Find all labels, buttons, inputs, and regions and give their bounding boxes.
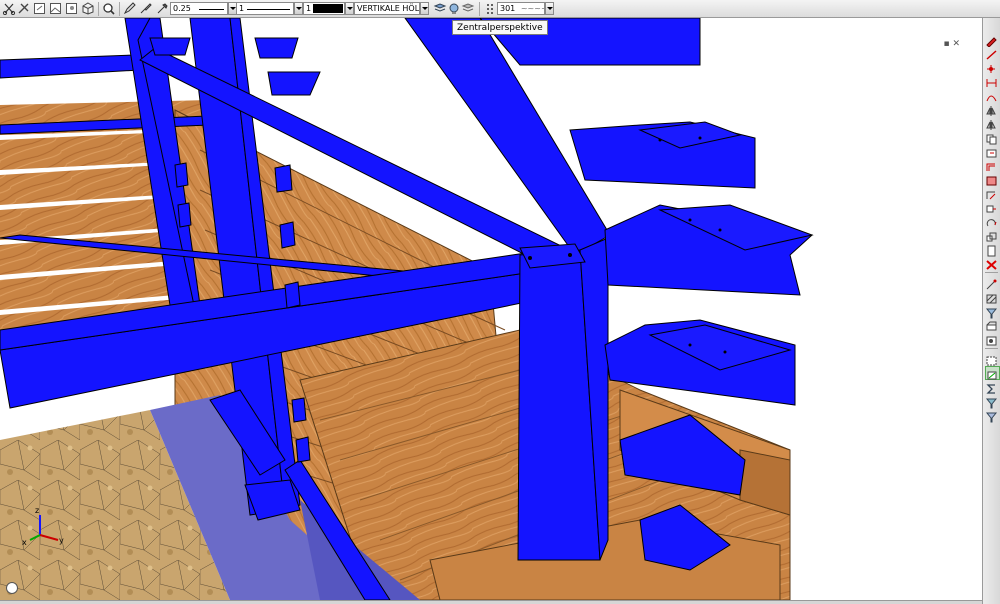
offset-icon[interactable] <box>985 158 998 171</box>
copy-icon[interactable] <box>985 130 998 145</box>
pen-thickness-field[interactable]: 0.25 <box>170 2 228 15</box>
line-color-field[interactable]: 1 <box>303 2 345 15</box>
compass-icon[interactable] <box>6 582 18 594</box>
line-type-field[interactable]: 1 <box>236 2 294 15</box>
tooltip: Zentralperspektive <box>452 20 548 35</box>
layer-visibility-icon[interactable] <box>447 2 461 15</box>
mirror-copy-icon[interactable] <box>985 116 998 130</box>
tools-icon[interactable] <box>17 2 31 15</box>
view-number-dropdown[interactable] <box>545 2 554 15</box>
zoom-icon[interactable] <box>102 2 116 15</box>
snap-icon[interactable] <box>985 332 998 346</box>
view-pattern-value: ~~~~ <box>520 4 545 13</box>
eraser-icon[interactable] <box>985 318 998 331</box>
point-icon[interactable] <box>985 60 998 73</box>
view-number-value: 301 <box>500 4 516 13</box>
stretch-icon[interactable] <box>985 200 998 213</box>
move-icon[interactable] <box>985 144 998 158</box>
measure-icon[interactable] <box>985 276 998 290</box>
rotate-icon[interactable] <box>985 214 998 227</box>
fill-icon[interactable] <box>985 172 998 186</box>
layer-field[interactable]: VERTIKALE HÖLZ <box>354 2 420 15</box>
line-color-dropdown[interactable] <box>345 2 354 15</box>
axis-label-x: x <box>22 538 27 547</box>
delete-icon[interactable] <box>985 256 998 270</box>
filter-settings-icon[interactable] <box>985 408 998 423</box>
trim-icon[interactable] <box>985 186 998 200</box>
3d-viewport[interactable]: z y x ▪ ✕ <box>0 18 982 600</box>
grid-dots-icon[interactable] <box>483 2 497 15</box>
line-type-dropdown[interactable] <box>294 2 303 15</box>
scale-icon[interactable] <box>985 228 998 242</box>
mirror-icon[interactable] <box>985 102 998 116</box>
right-toolbar <box>982 18 1000 604</box>
layer-lock-icon[interactable] <box>461 2 475 15</box>
dimension-icon[interactable] <box>985 74 998 87</box>
pencil-icon[interactable] <box>985 32 998 48</box>
layer-dropdown[interactable] <box>420 2 429 15</box>
filter-down-icon[interactable] <box>985 394 998 409</box>
line-red-icon[interactable] <box>985 46 998 60</box>
document-icon[interactable] <box>985 242 998 257</box>
layer-settings-icon[interactable] <box>433 2 447 15</box>
view-number-field[interactable]: 301 ~~~~ <box>497 2 545 15</box>
select-icon[interactable] <box>985 352 998 366</box>
perspective-model <box>0 18 814 600</box>
brush-icon[interactable] <box>139 2 153 15</box>
cube-icon[interactable] <box>81 2 95 15</box>
pipette-icon[interactable] <box>155 2 169 15</box>
scissors-icon[interactable] <box>2 2 16 15</box>
line-color-value: 1 <box>306 4 312 13</box>
pen-icon[interactable] <box>123 2 137 15</box>
active-view-icon[interactable] <box>985 366 1000 380</box>
axis-label-y: y <box>59 536 64 545</box>
line-type-value: 1 <box>239 4 245 13</box>
pen-thickness-value: 0.25 <box>173 4 191 13</box>
image-icon[interactable] <box>49 2 63 15</box>
window-icon[interactable] <box>33 2 47 15</box>
hatch-icon[interactable] <box>985 290 998 304</box>
axis-label-z: z <box>35 506 40 515</box>
layer-value: VERTIKALE HÖLZ <box>357 4 420 13</box>
top-toolbar: 0.25 1 1 VERTIKALE HÖLZ 301 ~~~~ <box>0 0 1000 18</box>
picture-icon[interactable] <box>65 2 79 15</box>
viewport-window-buttons[interactable]: ▪ ✕ <box>943 39 960 49</box>
curve-icon[interactable] <box>985 88 998 102</box>
filter-icon[interactable] <box>985 304 998 319</box>
sum-icon[interactable] <box>985 380 998 394</box>
status-bar <box>0 600 982 604</box>
